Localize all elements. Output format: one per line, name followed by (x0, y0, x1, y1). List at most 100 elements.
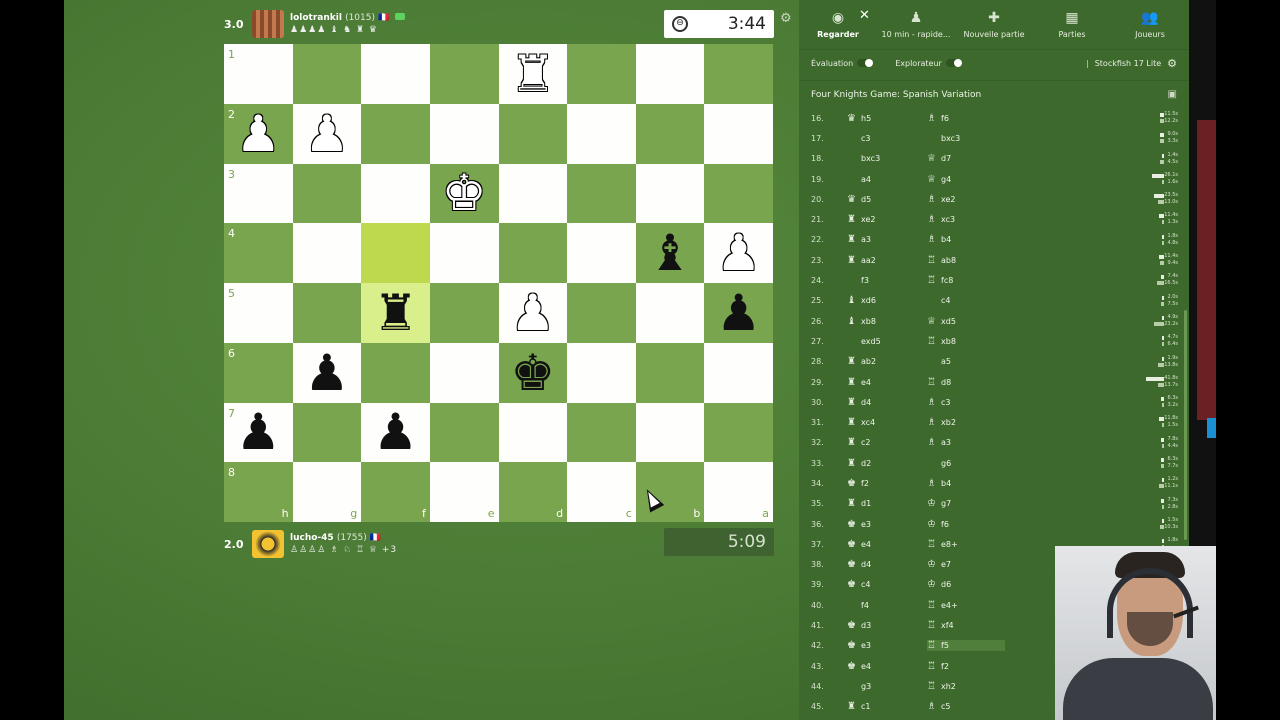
board-square[interactable] (429, 402, 499, 463)
top-player-name-line[interactable]: lolotrankil (1015) 🇫🇷 (290, 12, 405, 24)
tab-joueurs[interactable]: 👥 Joueurs (1111, 0, 1189, 49)
board-square[interactable]: ♜ (498, 44, 568, 104)
white-move[interactable]: ♜ ab2 (847, 356, 925, 367)
white-move[interactable]: ♜ aa2 (847, 255, 925, 266)
black-move[interactable]: ♔ e7 (927, 559, 1005, 570)
black-pawn-icon[interactable]: ♟ (305, 348, 350, 398)
white-move[interactable]: c3 (847, 134, 925, 143)
tab-nouvelle-partie[interactable]: ✚ Nouvelle partie (955, 0, 1033, 49)
black-rook-icon[interactable]: ♜ (373, 288, 418, 338)
board-square[interactable] (498, 103, 568, 164)
board-square[interactable]: 1 (224, 44, 293, 104)
black-move[interactable]: ♕ d7 (927, 153, 1005, 164)
black-move[interactable]: ♗ xe2 (927, 194, 1005, 205)
white-king-icon[interactable]: ♚ (442, 168, 487, 218)
tab-10-min-rapide[interactable]: ♟ 10 min - rapide... (877, 0, 955, 49)
board-square[interactable] (567, 163, 636, 224)
board-square[interactable] (361, 44, 430, 104)
white-rook-icon[interactable]: ♜ (510, 49, 555, 99)
white-move[interactable]: ♛ d5 (847, 194, 925, 205)
board-square[interactable] (635, 283, 705, 343)
board-square[interactable]: ♟ (498, 283, 568, 343)
black-move[interactable]: ♔ g7 (927, 498, 1005, 509)
board-square[interactable] (704, 163, 773, 224)
board-square[interactable] (704, 44, 773, 104)
board-square[interactable] (635, 402, 705, 463)
board-square[interactable]: e (429, 462, 499, 522)
black-move[interactable]: ♖ xb8 (927, 336, 1005, 347)
board-square[interactable]: ♜ (361, 283, 430, 343)
board-square[interactable]: ♚ (498, 342, 568, 403)
white-move[interactable]: ♜ d1 (847, 498, 925, 509)
white-move[interactable]: exd5 (847, 337, 925, 346)
black-move[interactable]: ♗ c5 (927, 701, 1005, 712)
board-square[interactable] (361, 342, 430, 403)
opening-book-icon[interactable]: ▣ (1168, 89, 1177, 100)
board-square[interactable] (429, 44, 499, 104)
white-pawn-icon[interactable]: ♟ (236, 109, 281, 159)
black-move[interactable]: ♖ d8 (927, 377, 1005, 388)
board-square[interactable]: 7 ♟ (224, 402, 293, 463)
board-square[interactable]: c (567, 462, 636, 522)
black-move[interactable]: ♖ xf4 (927, 620, 1005, 631)
board-square[interactable] (498, 402, 568, 463)
board-square[interactable]: 8h (224, 462, 293, 522)
black-move[interactable]: a5 (927, 357, 1005, 366)
board-square[interactable] (498, 223, 568, 283)
board-square[interactable]: ♚ (429, 163, 499, 224)
black-move[interactable]: ♖ ab8 (927, 255, 1005, 266)
bottom-player-avatar[interactable] (252, 530, 284, 558)
board-square[interactable] (361, 103, 430, 164)
black-move[interactable]: ♗ xc3 (927, 214, 1005, 225)
board-square[interactable]: ♝ (635, 223, 705, 283)
board-square[interactable] (567, 283, 636, 343)
white-move[interactable]: ♚ e3 (847, 519, 925, 530)
black-move[interactable]: ♖ f5 (927, 640, 1005, 652)
board-square[interactable]: 5 (224, 283, 293, 343)
white-move[interactable]: ♜ c1 (847, 701, 925, 712)
black-move[interactable]: ♗ b4 (927, 478, 1005, 489)
bottom-player-name[interactable]: lucho-45 (290, 533, 334, 543)
black-move[interactable]: ♖ fc8 (927, 275, 1005, 286)
black-move[interactable]: ♗ c3 (927, 397, 1005, 408)
board-square[interactable] (635, 163, 705, 224)
board-square[interactable] (704, 342, 773, 403)
top-player-avatar[interactable] (252, 10, 284, 38)
black-move[interactable]: ♗ b4 (927, 234, 1005, 245)
black-move[interactable]: bxc3 (927, 134, 1005, 143)
board-square[interactable]: ♟ (292, 103, 362, 164)
board-square[interactable]: 4 (224, 223, 293, 283)
board-square[interactable]: ♟ (361, 402, 430, 463)
white-move[interactable]: g3 (847, 682, 925, 691)
board-square[interactable]: 3 (224, 163, 293, 224)
board-square[interactable] (567, 402, 636, 463)
board-square[interactable] (429, 342, 499, 403)
white-move[interactable]: f3 (847, 276, 925, 285)
black-pawn-icon[interactable]: ♟ (373, 407, 418, 457)
move-list-scrollbar[interactable] (1184, 310, 1187, 540)
board-square[interactable] (292, 402, 362, 463)
explorer-toggle[interactable]: Explorateur (895, 59, 962, 68)
board-square[interactable] (361, 163, 430, 224)
black-move[interactable]: ♖ e8+ (927, 539, 1005, 550)
white-move[interactable]: ♝ xd6 (847, 295, 925, 306)
board-square[interactable] (635, 44, 705, 104)
white-move[interactable]: ♜ d4 (847, 397, 925, 408)
white-move[interactable]: ♜ c2 (847, 437, 925, 448)
black-move[interactable]: ♖ xh2 (927, 681, 1005, 692)
black-move[interactable]: ♕ xd5 (927, 316, 1005, 327)
white-move[interactable]: ♚ d4 (847, 559, 925, 570)
white-move[interactable]: ♜ xc4 (847, 417, 925, 428)
board-square[interactable]: a (704, 462, 773, 522)
engine-selector[interactable]: | Stockfish 17 Lite ⚙ (1086, 57, 1177, 70)
black-move[interactable]: ♖ f2 (927, 661, 1005, 672)
board-square[interactable] (292, 223, 362, 283)
board-square[interactable] (429, 103, 499, 164)
white-move[interactable]: ♛ h5 (847, 113, 925, 124)
board-square[interactable] (292, 44, 362, 104)
board-square[interactable] (361, 223, 430, 283)
black-king-icon[interactable]: ♚ (510, 348, 555, 398)
evaluation-switch[interactable] (857, 59, 874, 67)
board-square[interactable]: d (498, 462, 568, 522)
white-move[interactable]: ♝ xb8 (847, 316, 925, 327)
